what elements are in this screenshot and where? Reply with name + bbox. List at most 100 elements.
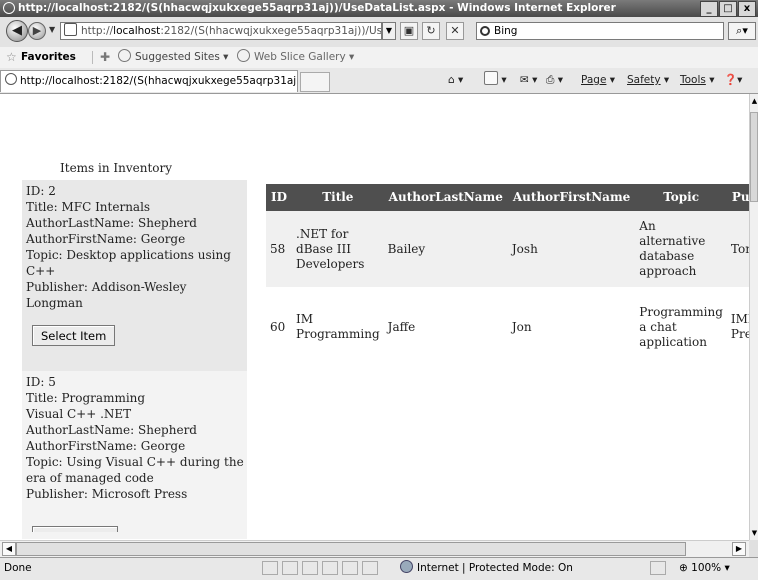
tools-menu[interactable]: Tools ▾ <box>680 68 714 93</box>
zoom-level-button[interactable]: ⊕ 100% ▾ <box>679 558 730 579</box>
new-tab-button[interactable] <box>300 72 330 92</box>
item-author-last: AuthorLastName: Shepherd <box>26 216 197 230</box>
item-author-last: AuthorLastName: Shepherd <box>26 423 197 437</box>
item-id: ID: 5 <box>26 375 56 389</box>
scroll-down-icon[interactable]: ▼ <box>750 526 758 540</box>
safety-menu[interactable]: Safety ▾ <box>627 68 669 93</box>
grid-header-author-last: AuthorLastName <box>383 184 508 211</box>
status-panel <box>302 561 318 575</box>
window-title-bar: http://localhost:2182/(S(hhacwqjxukxege5… <box>0 0 758 17</box>
grid-header-author-first: AuthorFirstName <box>507 184 636 211</box>
horizontal-scroll-thumb[interactable] <box>16 542 686 556</box>
security-zone-label: Internet | Protected Mode: On <box>417 562 573 574</box>
cell-publisher: Tonash <box>726 211 749 287</box>
address-host: localhost <box>113 25 161 37</box>
cell-topic: Programming a chat application <box>635 287 727 367</box>
feeds-icon[interactable]: ▾ <box>484 68 507 93</box>
cell-topic: An alternative database approach <box>635 211 727 287</box>
status-panel <box>282 561 298 575</box>
item-title: Title: Programming Visual C++ .NET <box>26 391 146 421</box>
forward-button[interactable]: ▶ <box>28 22 46 40</box>
inventory-caption: Items in Inventory <box>60 161 173 175</box>
navigation-bar: ◀ ▶ ▼ http://localhost:2182/(S(hhacwqjxu… <box>0 17 758 47</box>
status-panel <box>362 561 378 575</box>
address-input[interactable]: http://localhost:2182/(S(hhacwqjxukxege5… <box>60 22 382 40</box>
select-item-button[interactable] <box>32 526 118 532</box>
inventory-grid: ID Title AuthorLastName AuthorFirstName … <box>266 184 749 367</box>
item-publisher: Publisher: Addison-Wesley Longman <box>26 280 187 310</box>
cell-author-last: Bailey <box>383 211 508 287</box>
minimize-button[interactable]: _ <box>700 1 718 17</box>
address-prefix: http:// <box>81 25 114 37</box>
table-row: 60 IM Programming Jaffe Jon Programming … <box>266 287 749 367</box>
grid-header-title: Title <box>292 184 384 211</box>
suggested-sites-link[interactable]: Suggested Sites ▾ <box>118 47 228 68</box>
refresh-icon[interactable]: ↻ <box>422 22 440 40</box>
search-input[interactable]: Bing <box>476 22 724 40</box>
home-icon[interactable]: ⌂ ▾ <box>448 68 463 93</box>
cell-id: 60 <box>266 287 293 367</box>
favorites-bar: ☆ Favorites ✚ Suggested Sites ▾ Web Slic… <box>0 47 758 69</box>
help-icon[interactable]: ❓▾ <box>724 68 742 93</box>
back-button[interactable]: ◀ <box>6 20 28 42</box>
datalist-item: ID: 5 Title: Programming Visual C++ .NET… <box>22 371 247 539</box>
address-dropdown-button[interactable]: ▼ <box>382 22 396 40</box>
item-id: ID: 2 <box>26 184 56 198</box>
page-menu-label: Page <box>581 74 607 86</box>
grid-header-publisher: Publ <box>726 184 749 211</box>
scrollbar-corner <box>749 540 758 557</box>
item-topic: Topic: Using Visual C++ during the era o… <box>26 455 244 485</box>
status-panel <box>322 561 338 575</box>
vertical-scrollbar[interactable]: ▲ ▼ <box>749 94 758 540</box>
page-icon <box>64 23 77 36</box>
item-topic: Topic: Desktop applications using C++ <box>26 248 231 278</box>
address-rest: :2182/(S(hhacwqjxukxege55aqrp31aj))/Use <box>160 25 382 37</box>
favorites-button[interactable]: Favorites <box>21 47 76 68</box>
close-button[interactable]: x <box>738 1 756 17</box>
search-icon[interactable]: ⌕▾ <box>728 22 756 40</box>
tab-page-icon <box>5 73 17 85</box>
bing-icon <box>480 26 490 36</box>
scroll-up-icon[interactable]: ▲ <box>750 94 758 108</box>
search-provider-text: Bing <box>494 25 518 37</box>
cell-title: .NET for dBase III Developers <box>292 211 384 287</box>
item-publisher: Publisher: Microsoft Press <box>26 487 188 501</box>
stop-icon[interactable]: ✕ <box>446 22 464 40</box>
web-slice-gallery-link[interactable]: Web Slice Gallery ▾ <box>237 47 354 68</box>
add-to-favorites-icon[interactable]: ✚ <box>100 47 110 68</box>
select-item-button[interactable]: Select Item <box>32 325 116 346</box>
cell-author-first: Jon <box>507 287 636 367</box>
tools-menu-label: Tools <box>680 74 706 86</box>
grid-header-row: ID Title AuthorLastName AuthorFirstName … <box>266 184 749 211</box>
cell-publisher: IMProg Press <box>726 287 749 367</box>
item-title: Title: MFC Internals <box>26 200 151 214</box>
compatibility-view-icon[interactable]: ▣ <box>400 22 418 40</box>
maximize-button[interactable]: □ <box>719 1 737 17</box>
datalist-item: ID: 2 Title: MFC Internals AuthorLastNam… <box>22 180 247 372</box>
item-author-first: AuthorFirstName: George <box>26 232 186 246</box>
page-menu[interactable]: Page ▾ <box>581 68 615 93</box>
security-zone[interactable]: Internet | Protected Mode: On <box>400 558 573 579</box>
favorites-divider <box>92 51 93 64</box>
grid-header-topic: Topic <box>635 184 727 211</box>
tab-bar: http://localhost:2182/(S(hhacwqjxukxege5… <box>0 68 758 94</box>
cell-author-first: Josh <box>507 211 636 287</box>
scroll-left-icon[interactable]: ◀ <box>2 542 16 556</box>
tab-current-page[interactable]: http://localhost:2182/(S(hhacwqjxukxege5… <box>0 70 298 92</box>
status-panel <box>650 561 666 575</box>
vertical-scroll-thumb[interactable] <box>750 112 758 202</box>
read-mail-icon[interactable]: ✉ ▾ <box>520 68 537 93</box>
print-icon[interactable]: ⎙ ▾ <box>546 68 563 93</box>
scroll-right-icon[interactable]: ▶ <box>732 542 746 556</box>
status-panel <box>342 561 358 575</box>
zoom-level: 100% <box>691 562 722 574</box>
safety-menu-label: Safety <box>627 74 661 86</box>
table-row: 58 .NET for dBase III Developers Bailey … <box>266 211 749 287</box>
page-content: Items in Inventory ID: 2 Title: MFC Inte… <box>0 94 749 539</box>
cell-title: IM Programming <box>292 287 384 367</box>
horizontal-scrollbar[interactable]: ◀ ▶ <box>0 540 749 557</box>
favorites-star-icon[interactable]: ☆ <box>6 47 17 68</box>
cell-author-last: Jaffe <box>383 287 508 367</box>
tab-title: http://localhost:2182/(S(hhacwqjxukxege5… <box>20 75 298 87</box>
recent-pages-dropdown[interactable]: ▼ <box>49 25 55 34</box>
